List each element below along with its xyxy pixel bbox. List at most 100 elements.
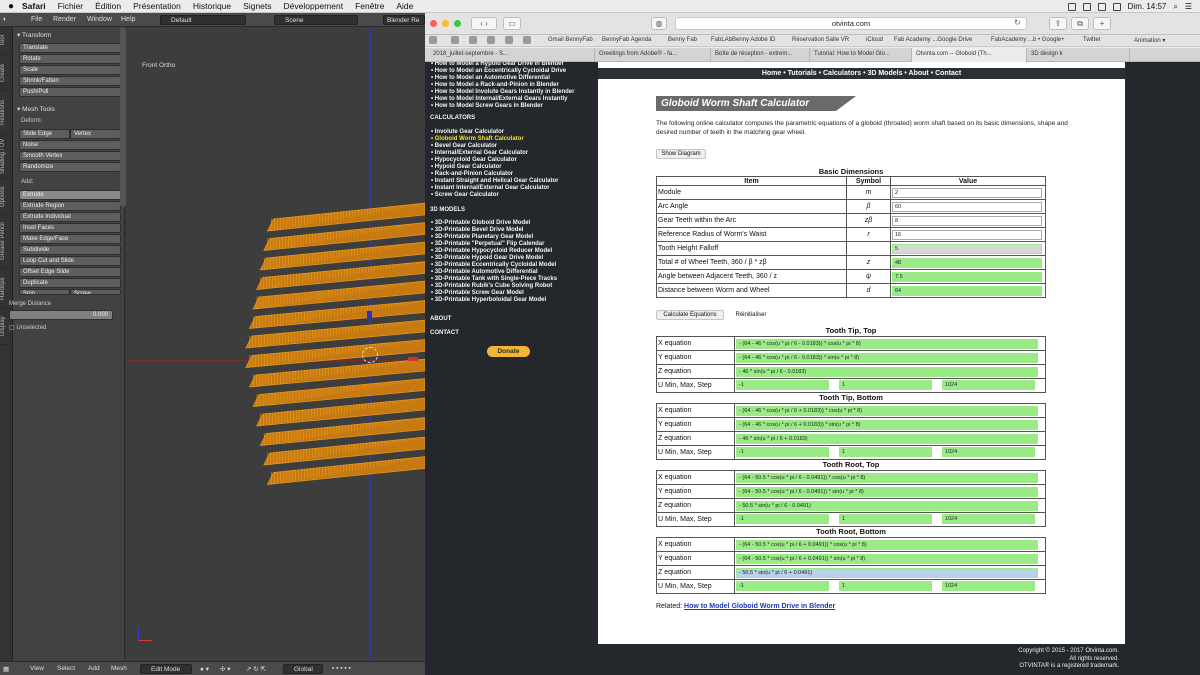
menu-presentation[interactable]: Présentation [133,1,181,11]
blender-logo-icon[interactable]: ◐ [3,16,7,23]
calculator-link[interactable]: • Globoid Worm Shaft Calculator [431,136,524,142]
model-link[interactable]: • 3D-Printable Hypoid Gear Drive Model [431,255,543,261]
equation-field[interactable]: - (64 - 46 * cos(u * pi / 6 - 0.0183)) *… [736,338,1038,349]
u-max-field[interactable]: 1 [838,446,932,457]
shrink-fatten-button[interactable]: Shrink/Fatten [19,76,121,86]
browser-tab[interactable]: 2018_juillet-septembre - S... [429,48,595,62]
manipulator-icon[interactable]: ↗ ↻ ⇱ [246,665,266,673]
about-link[interactable]: ABOUT [430,316,451,322]
status-icon[interactable] [1082,2,1091,11]
equation-field[interactable]: - 50.5 * sin(u * pi / 6 + 0.0491) [736,567,1038,578]
smooth-vertex-button[interactable]: Smooth Vertex [19,151,121,161]
donate-button[interactable]: Donate [487,346,530,357]
shading-icon[interactable]: ● ▾ [200,665,209,673]
model-link[interactable]: • 3D-Printable Tank with Single-Piece Tr… [431,276,557,282]
extrude-individual-button[interactable]: Extrude Individual [19,212,121,222]
rotate-button[interactable]: Rotate [19,54,121,64]
offset-edge-slide-button[interactable]: Offset Edge Slide [19,267,121,277]
reload-icon[interactable]: ↻ [1014,18,1021,27]
select-mode-icons[interactable]: ▪ ▪ ▪ ▪ ▪ [332,665,351,672]
favorite-icon[interactable] [523,36,531,44]
step-field[interactable]: 1024 [941,446,1035,457]
close-button[interactable] [430,20,437,27]
share-icon[interactable]: ⇪ [1049,17,1067,30]
tutorial-link[interactable]: • How to Model a Hypoid Gear Drive in Bl… [431,62,564,67]
favorite-icon[interactable] [487,36,495,44]
slide-edge-button[interactable]: Slide Edge [19,129,70,139]
model-link[interactable]: • 3D-Printable Rubik's Cube Solving Robo… [431,283,552,289]
calculator-link[interactable]: • Involute Gear Calculator [431,129,504,135]
favorite-link[interactable]: FabLAbBenny Adobe ID [711,37,775,43]
browser-tab[interactable]: Boîte de réception - extrem... [711,48,810,62]
3d-viewport[interactable]: Front Ortho [126,27,425,661]
loop-cut-button[interactable]: Loop Cut and Slide [19,256,121,266]
menu-app[interactable]: Safari [22,1,46,11]
favorite-link[interactable]: Fab Academy ...Google Drive [894,37,972,43]
tab-create[interactable]: Create [0,55,13,91]
address-bar[interactable]: otvinta.com [675,17,1027,30]
clock[interactable]: Dim. 14:57 [1128,2,1167,11]
merge-distance-field[interactable]: 0.000 [9,310,113,320]
calculator-link[interactable]: • Bevel Gear Calculator [431,143,497,149]
3d-cursor-icon[interactable] [362,347,378,363]
menu-add[interactable]: Add [88,665,100,672]
tutorial-link[interactable]: • How to Model Screw Gears in Blender [431,103,543,109]
equation-field[interactable]: - (64 - 50.5 * cos(u * pi / 6 + 0.0491))… [736,539,1038,550]
menu-help[interactable]: Help [121,16,135,23]
model-link[interactable]: • 3D-Printable Bevel Drive Model [431,227,523,233]
transform-header[interactable]: ▾ Transform [17,31,51,39]
subdivide-button[interactable]: Subdivide [19,245,121,255]
u-min-field[interactable]: -1 [736,580,829,591]
zoom-button[interactable] [454,20,461,27]
step-field[interactable]: 1024 [941,513,1035,524]
status-icon[interactable] [1067,2,1076,11]
browser-tab[interactable]: 3D design k [1027,48,1130,62]
minimize-button[interactable] [442,20,449,27]
contact-link[interactable]: CONTACT [430,330,459,336]
screw-button[interactable]: Screw [70,289,121,295]
battery-icon[interactable] [1112,2,1121,11]
duplicate-button[interactable]: Duplicate [19,278,121,288]
translate-button[interactable]: Translate [19,43,121,53]
notification-icon[interactable]: ☰ [1185,2,1192,11]
favorite-icon[interactable] [429,36,437,44]
favorite-icon[interactable] [469,36,477,44]
make-edge-face-button[interactable]: Make Edge/Face [19,234,121,244]
equation-field[interactable]: - (64 - 50.5 * cos(u * pi / 6 - 0.0491))… [736,486,1038,497]
privacy-icon[interactable]: ◍ [651,17,667,30]
equation-field[interactable]: - (64 - 46 * cos(u * pi / 6 + 0.0183)) *… [736,419,1038,430]
menu-view[interactable]: View [30,665,44,672]
scale-button[interactable]: Scale [19,65,121,75]
mode-dropdown[interactable]: Edit Mode [140,664,192,674]
show-diagram-button[interactable]: Show Diagram [656,149,706,159]
wifi-icon[interactable] [1097,2,1106,11]
menu-fenetre[interactable]: Fenêtre [355,1,384,11]
model-link[interactable]: • 3D-Printable Globoid Drive Model [431,220,530,226]
apple-icon[interactable]: ● [0,1,22,12]
push-pull-button[interactable]: Push/Pull [19,87,121,97]
menu-render[interactable]: Render [53,16,76,23]
value-field[interactable]: 2 [892,187,1042,198]
calculate-button[interactable]: Calculate Equations [656,310,724,320]
reset-button[interactable]: Réinitialiser [730,310,772,320]
browser-tab[interactable]: Tutorial: How to Model Glo... [810,48,912,62]
u-min-field[interactable]: -1 [736,513,829,524]
pivot-icon[interactable]: ✣ ▾ [220,665,231,673]
model-link[interactable]: • 3D-Printable Hyperboloidal Gear Model [431,297,546,303]
tutorial-link[interactable]: • How to Model Involute Gears Instantly … [431,89,574,95]
favorite-link[interactable]: Benny Fab [668,37,697,43]
randomize-button[interactable]: Randomize [19,162,121,172]
menu-window[interactable]: Window [87,16,112,23]
u-min-field[interactable]: -1 [736,379,829,390]
browser-tab[interactable]: Otvinta.com -- Globoid (Th... [912,48,1027,62]
favorite-link[interactable]: BennyFab Agenda [602,37,651,43]
menu-fichier[interactable]: Fichier [58,1,84,11]
menu-file[interactable]: File [31,16,42,23]
noise-button[interactable]: Noise [19,140,121,150]
model-link[interactable]: • 3D-Printable Automotive Differential [431,269,538,275]
tutorial-link[interactable]: • How to Model a Rack-and-Pinion in Blen… [431,82,559,88]
mesh-tools-header[interactable]: ▾ Mesh Tools [17,105,55,113]
scene-dropdown[interactable]: Scene [274,15,358,25]
extrude-button[interactable]: Extrude [19,190,121,200]
favorite-link[interactable]: Gmail BennyFab [548,37,593,43]
